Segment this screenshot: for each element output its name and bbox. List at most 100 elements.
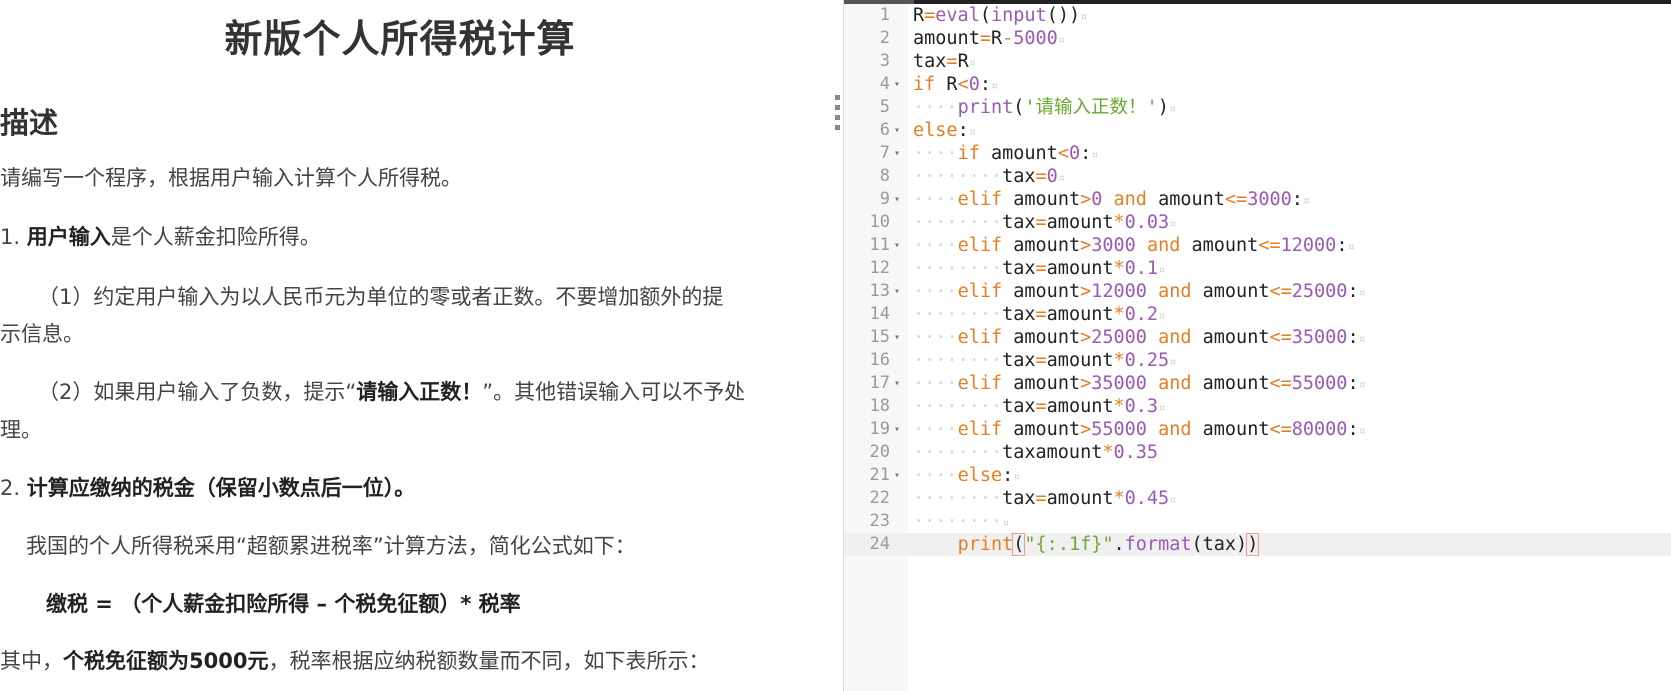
code-text[interactable]: print("{:.1f}".format(tax)) bbox=[913, 533, 1260, 556]
description-text: 请编写一个程序，根据用户输入计算个人所得税。 bbox=[0, 166, 462, 190]
code-text[interactable]: ········tax=amount*0.25¤ bbox=[913, 349, 1176, 374]
page-title: 新版个人所得税计算 bbox=[224, 17, 576, 61]
rule2-suffix: ”。其他错误输入可以不予处 bbox=[482, 380, 746, 404]
line-number: 13 bbox=[869, 281, 890, 301]
code-text[interactable]: else:¤ bbox=[913, 119, 976, 144]
item-bold: 用户输入 bbox=[26, 225, 111, 249]
input-item: 1. 用户输入是个人薪金扣险所得。 bbox=[0, 221, 321, 251]
code-text[interactable]: R=eval(input())¤ bbox=[913, 4, 1087, 29]
rule2-line2: 理。 bbox=[0, 418, 42, 442]
code-text[interactable]: ········¤ bbox=[913, 510, 1009, 535]
code-line[interactable]: 3 tax=R¤ bbox=[844, 50, 1671, 73]
fold-arrow-icon[interactable]: ▾ bbox=[894, 326, 900, 349]
line-number: 10 bbox=[869, 212, 890, 232]
line-number: 12 bbox=[869, 258, 890, 278]
code-text[interactable]: if R<0:¤ bbox=[913, 73, 998, 98]
line-number: 23 bbox=[869, 511, 890, 531]
code-text[interactable]: ····print('请输入正数！')¤ bbox=[913, 96, 1176, 121]
code-text[interactable]: tax=R¤ bbox=[913, 50, 976, 75]
fold-arrow-icon[interactable]: ▾ bbox=[894, 418, 900, 441]
line-number: 20 bbox=[869, 442, 890, 462]
code-text[interactable]: ····if amount<0:¤ bbox=[913, 142, 1098, 167]
code-line[interactable]: 10 ········tax=amount*0.03¤ bbox=[844, 211, 1671, 234]
code-text[interactable]: ····elif amount>25000 and amount<=35000:… bbox=[913, 326, 1366, 351]
line-number: 21 bbox=[869, 465, 890, 485]
code-line[interactable]: 7 ▾ ····if amount<0:¤ bbox=[844, 142, 1671, 165]
code-line[interactable]: 1 R=eval(input())¤ bbox=[844, 4, 1671, 27]
code-line[interactable]: 22 ········tax=amount*0.45¤ bbox=[844, 487, 1671, 510]
tax-formula: 缴税 = （个人薪金扣险所得 – 个税免征额）* 税率 bbox=[46, 592, 521, 616]
code-line[interactable]: 16 ········tax=amount*0.25¤ bbox=[844, 349, 1671, 372]
line-number: 15 bbox=[869, 327, 890, 347]
code-line[interactable]: 13 ▾ ····elif amount>12000 and amount<=250… bbox=[844, 280, 1671, 303]
line-number: 11 bbox=[869, 235, 890, 255]
code-line[interactable]: 9 ▾ ····elif amount>0 and amount<=3000:¤ bbox=[844, 188, 1671, 211]
code-text[interactable]: ········tax=amount*0.1¤ bbox=[913, 257, 1165, 282]
code-text[interactable]: ····else:¤ bbox=[913, 464, 1021, 489]
line-number: 18 bbox=[869, 396, 890, 416]
note-suffix: ，税率根据应纳税额数量而不同，如下表所示： bbox=[268, 649, 710, 673]
line-number: 24 bbox=[869, 534, 890, 554]
code-line[interactable]: 12 ········tax=amount*0.1¤ bbox=[844, 257, 1671, 280]
code-line[interactable]: 11 ▾ ····elif amount>3000 and amount<=1200… bbox=[844, 234, 1671, 257]
code-text[interactable]: ········tax=amount*0.2¤ bbox=[913, 303, 1165, 328]
splitter-handle-icon[interactable] bbox=[832, 95, 842, 140]
code-editor[interactable]: 1 R=eval(input())¤ 2 amount=R-5000¤ 3 tax=R… bbox=[844, 0, 1671, 691]
code-line[interactable]: 15 ▾ ····elif amount>25000 and amount<=350… bbox=[844, 326, 1671, 349]
line-number: 14 bbox=[869, 304, 890, 324]
item-text: 是个人薪金扣险所得。 bbox=[110, 225, 321, 249]
problem-pane: 新版个人所得税计算 描述 请编写一个程序，根据用户输入计算个人所得税。 1. 用… bbox=[0, 0, 843, 691]
line-number: 3 bbox=[879, 51, 890, 71]
fold-arrow-icon[interactable]: ▾ bbox=[894, 119, 900, 142]
item-bold: 计算应缴纳的税金（保留小数点后一位）。 bbox=[26, 476, 416, 500]
line-number: 1 bbox=[879, 5, 890, 25]
rule2-line1: （2）如果用户输入了负数，提示“请输入正数！”。其他错误输入可以不予处 bbox=[38, 376, 745, 406]
code-line-active[interactable]: 24 print("{:.1f}".format(tax)) bbox=[844, 533, 1671, 556]
code-text[interactable]: ····elif amount>35000 and amount<=55000:… bbox=[913, 372, 1366, 397]
output-item: 2. 计算应缴纳的税金（保留小数点后一位）。 bbox=[0, 472, 415, 502]
fold-arrow-icon[interactable]: ▾ bbox=[894, 142, 900, 165]
line-number: 6 bbox=[879, 120, 890, 140]
code-text[interactable]: ········taxamount*0.35 bbox=[913, 441, 1158, 464]
fold-arrow-icon[interactable]: ▾ bbox=[894, 372, 900, 395]
code-line[interactable]: 23 ········¤ bbox=[844, 510, 1671, 533]
code-line[interactable]: 5 ····print('请输入正数！')¤ bbox=[844, 96, 1671, 119]
code-line[interactable]: 14 ········tax=amount*0.2¤ bbox=[844, 303, 1671, 326]
line-number: 17 bbox=[869, 373, 890, 393]
section-heading: 描述 bbox=[0, 106, 59, 140]
code-line[interactable]: 2 amount=R-5000¤ bbox=[844, 27, 1671, 50]
code-line[interactable]: 17 ▾ ····elif amount>35000 and amount<=550… bbox=[844, 372, 1671, 395]
line-number: 22 bbox=[869, 488, 890, 508]
line-number: 19 bbox=[869, 419, 890, 439]
code-line[interactable]: 19 ▾ ····elif amount>55000 and amount<=800… bbox=[844, 418, 1671, 441]
code-text[interactable]: ····elif amount>3000 and amount<=12000:¤ bbox=[913, 234, 1355, 259]
code-text[interactable]: ········tax=amount*0.45¤ bbox=[913, 487, 1176, 512]
line-number: 16 bbox=[869, 350, 890, 370]
code-text[interactable]: ········tax=0¤ bbox=[913, 165, 1065, 190]
code-line[interactable]: 18 ········tax=amount*0.3¤ bbox=[844, 395, 1671, 418]
line-number: 7 bbox=[879, 143, 890, 163]
code-line[interactable]: 4 ▾ if R<0:¤ bbox=[844, 73, 1671, 96]
fold-arrow-icon[interactable]: ▾ bbox=[894, 73, 900, 96]
code-text[interactable]: ········tax=amount*0.3¤ bbox=[913, 395, 1165, 420]
code-text[interactable]: ····elif amount>12000 and amount<=25000:… bbox=[913, 280, 1366, 305]
code-lines[interactable]: 1 R=eval(input())¤ 2 amount=R-5000¤ 3 tax=R… bbox=[844, 4, 1671, 556]
item-number: 2. bbox=[0, 476, 27, 500]
fold-arrow-icon[interactable]: ▾ bbox=[894, 464, 900, 487]
code-line[interactable]: 8 ········tax=0¤ bbox=[844, 165, 1671, 188]
code-text[interactable]: ········tax=amount*0.03¤ bbox=[913, 211, 1176, 236]
code-text[interactable]: ····elif amount>55000 and amount<=80000:… bbox=[913, 418, 1366, 443]
note-prefix: 其中， bbox=[0, 649, 63, 673]
line-number: 8 bbox=[879, 166, 890, 186]
code-text[interactable]: amount=R-5000¤ bbox=[913, 27, 1065, 52]
rule2-bold: 请输入正数！ bbox=[356, 380, 483, 404]
code-line[interactable]: 6 ▾ else:¤ bbox=[844, 119, 1671, 142]
code-line[interactable]: 20 ········taxamount*0.35 bbox=[844, 441, 1671, 464]
fold-arrow-icon[interactable]: ▾ bbox=[894, 280, 900, 303]
code-text[interactable]: ····elif amount>0 and amount<=3000:¤ bbox=[913, 188, 1310, 213]
note-bold: 个税免征额为5000元 bbox=[63, 649, 269, 673]
item-number: 1. bbox=[0, 225, 27, 249]
code-line[interactable]: 21 ▾ ····else:¤ bbox=[844, 464, 1671, 487]
fold-arrow-icon[interactable]: ▾ bbox=[894, 234, 900, 257]
fold-arrow-icon[interactable]: ▾ bbox=[894, 188, 900, 211]
